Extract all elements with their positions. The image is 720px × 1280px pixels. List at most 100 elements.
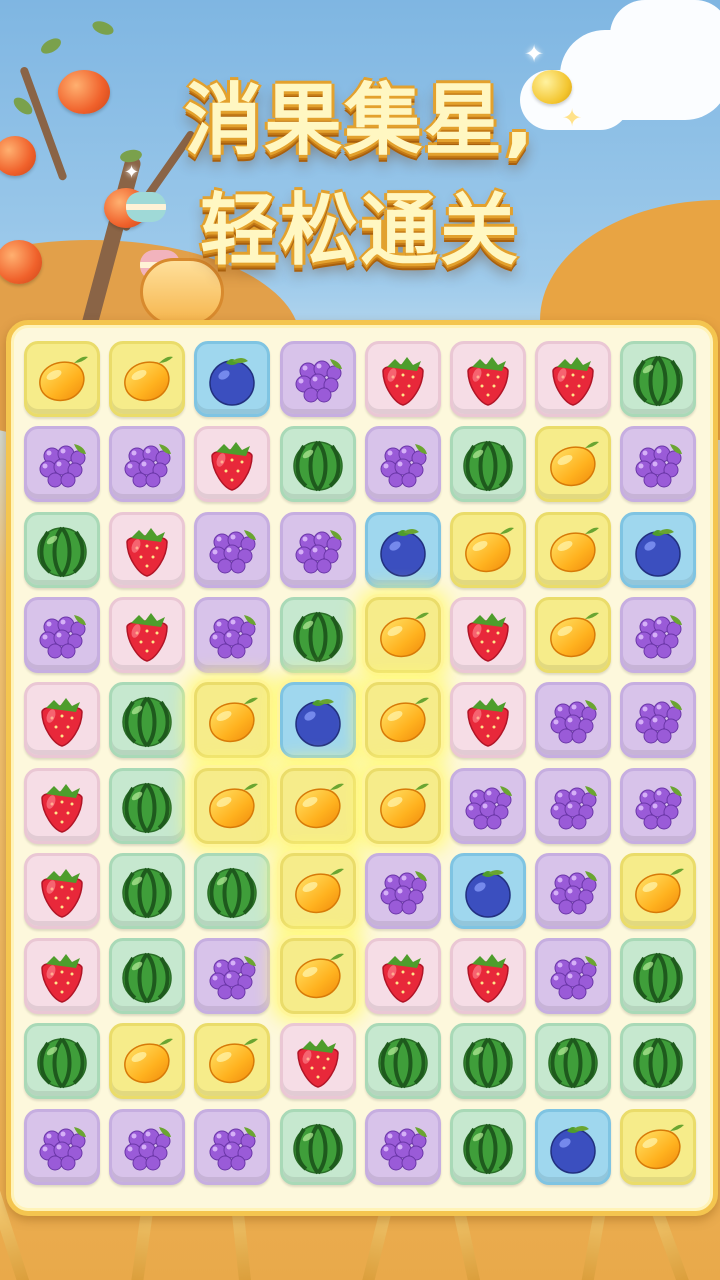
strawberry-tile[interactable]: [24, 938, 100, 1015]
mango-tile[interactable]: [364, 596, 441, 673]
watermelon-tile[interactable]: [109, 767, 186, 844]
blueberry-tile[interactable]: [194, 341, 271, 417]
grape-tile[interactable]: [194, 511, 271, 588]
watermelon-tile[interactable]: [620, 1023, 697, 1100]
grape-tile[interactable]: [24, 596, 100, 673]
mango-tile[interactable]: [279, 767, 356, 844]
strawberry-tile[interactable]: [109, 511, 186, 588]
mango-tile[interactable]: [109, 341, 186, 417]
mango-icon: [458, 520, 518, 580]
grape-tile[interactable]: [109, 426, 186, 503]
strawberry-tile[interactable]: [364, 341, 441, 417]
grape-tile[interactable]: [24, 1108, 100, 1185]
strawberry-tile[interactable]: [109, 596, 186, 673]
grape-tile[interactable]: [620, 596, 697, 673]
mango-icon: [373, 776, 433, 836]
mango-tile[interactable]: [279, 938, 356, 1015]
watermelon-icon: [117, 861, 177, 921]
grape-icon: [373, 1117, 433, 1177]
mango-icon: [373, 605, 433, 665]
grape-icon: [32, 1117, 92, 1177]
strawberry-tile[interactable]: [24, 767, 100, 844]
strawberry-icon: [458, 690, 518, 750]
watermelon-icon: [628, 349, 688, 409]
mango-tile[interactable]: [194, 767, 271, 844]
watermelon-tile[interactable]: [24, 511, 100, 588]
strawberry-icon: [373, 349, 433, 409]
grape-icon: [628, 434, 688, 494]
strawberry-tile[interactable]: [450, 682, 526, 759]
blueberry-tile[interactable]: [279, 682, 356, 759]
watermelon-tile[interactable]: [620, 938, 697, 1015]
mango-tile[interactable]: [24, 341, 100, 417]
mango-tile[interactable]: [535, 426, 612, 503]
strawberry-tile[interactable]: [194, 426, 271, 503]
mango-icon: [288, 861, 348, 921]
mango-tile[interactable]: [620, 852, 697, 929]
mango-tile[interactable]: [620, 1108, 697, 1185]
grape-tile[interactable]: [194, 1108, 271, 1185]
mango-tile[interactable]: [450, 511, 526, 588]
watermelon-tile[interactable]: [109, 938, 186, 1015]
grape-tile[interactable]: [620, 682, 697, 759]
grape-tile[interactable]: [535, 767, 612, 844]
strawberry-tile[interactable]: [364, 938, 441, 1015]
watermelon-tile[interactable]: [364, 1023, 441, 1100]
grape-icon: [202, 1117, 262, 1177]
mango-tile[interactable]: [535, 596, 612, 673]
mango-tile[interactable]: [194, 1023, 271, 1100]
watermelon-icon: [458, 1117, 518, 1177]
watermelon-tile[interactable]: [450, 1023, 526, 1100]
watermelon-tile[interactable]: [24, 1023, 100, 1100]
watermelon-tile[interactable]: [279, 1108, 356, 1185]
grape-tile[interactable]: [450, 767, 526, 844]
mango-icon: [117, 349, 177, 409]
strawberry-icon: [458, 605, 518, 665]
grape-tile[interactable]: [194, 596, 271, 673]
grape-tile[interactable]: [279, 341, 356, 417]
grape-tile[interactable]: [535, 938, 612, 1015]
blueberry-tile[interactable]: [450, 852, 526, 929]
grape-tile[interactable]: [194, 938, 271, 1015]
strawberry-tile[interactable]: [279, 1023, 356, 1100]
strawberry-tile[interactable]: [450, 596, 526, 673]
mango-tile[interactable]: [535, 511, 612, 588]
mango-icon: [202, 690, 262, 750]
watermelon-tile[interactable]: [279, 426, 356, 503]
watermelon-icon: [117, 776, 177, 836]
grape-tile[interactable]: [620, 767, 697, 844]
watermelon-tile[interactable]: [109, 852, 186, 929]
watermelon-tile[interactable]: [450, 426, 526, 503]
mango-tile[interactable]: [194, 682, 271, 759]
watermelon-icon: [373, 1031, 433, 1091]
blueberry-tile[interactable]: [364, 511, 441, 588]
mango-tile[interactable]: [109, 1023, 186, 1100]
mango-tile[interactable]: [364, 682, 441, 759]
strawberry-tile[interactable]: [450, 938, 526, 1015]
watermelon-tile[interactable]: [279, 596, 356, 673]
blueberry-tile[interactable]: [535, 1108, 612, 1185]
mango-tile[interactable]: [364, 767, 441, 844]
watermelon-tile[interactable]: [535, 1023, 612, 1100]
grape-tile[interactable]: [535, 682, 612, 759]
watermelon-tile[interactable]: [194, 852, 271, 929]
strawberry-tile[interactable]: [450, 341, 526, 417]
watermelon-tile[interactable]: [620, 341, 697, 417]
blueberry-tile[interactable]: [620, 511, 697, 588]
strawberry-tile[interactable]: [535, 341, 612, 417]
grape-tile[interactable]: [279, 511, 356, 588]
mango-tile[interactable]: [279, 852, 356, 929]
watermelon-tile[interactable]: [450, 1108, 526, 1185]
grape-tile[interactable]: [364, 852, 441, 929]
strawberry-tile[interactable]: [24, 682, 100, 759]
strawberry-tile[interactable]: [24, 852, 100, 929]
grape-tile[interactable]: [620, 426, 697, 503]
grape-tile[interactable]: [364, 1108, 441, 1185]
watermelon-tile[interactable]: [109, 682, 186, 759]
grape-tile[interactable]: [364, 426, 441, 503]
grape-tile[interactable]: [24, 426, 100, 503]
grape-tile[interactable]: [535, 852, 612, 929]
grape-tile[interactable]: [109, 1108, 186, 1185]
grape-icon: [373, 861, 433, 921]
blueberry-icon: [373, 520, 433, 580]
